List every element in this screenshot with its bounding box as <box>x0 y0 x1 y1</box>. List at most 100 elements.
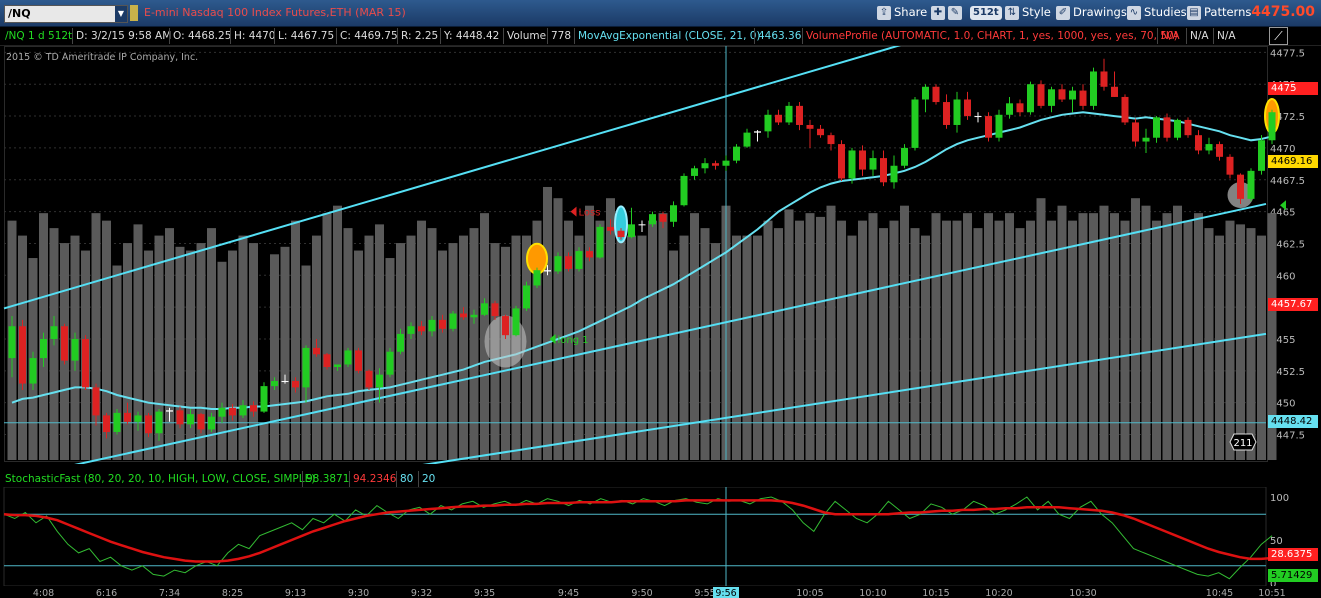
volume-profile-label[interactable]: VolumeProfile (AUTOMATIC, 1.0, CHART, 1,… <box>802 28 1181 44</box>
share-button[interactable]: ⇪ Share <box>877 4 927 21</box>
volume-bar <box>742 235 752 460</box>
candle-body <box>953 99 961 125</box>
candle-body <box>523 285 530 309</box>
volume-bar <box>165 228 174 460</box>
candle-body <box>754 131 761 133</box>
volume-bar <box>375 224 384 460</box>
candle-body <box>796 105 803 125</box>
candle-body <box>460 313 467 318</box>
volume-bar <box>1173 205 1182 460</box>
volume-bar <box>1131 198 1140 460</box>
volume-bar <box>921 235 930 460</box>
candle-body <box>19 326 26 384</box>
candle-body <box>1184 119 1192 136</box>
price-chart[interactable]: 4477.544754472.544704467.544654462.54460… <box>0 46 1321 464</box>
volume-bar <box>1152 220 1161 460</box>
candle-body <box>418 326 425 332</box>
instrument-title: E-mini Nasdaq 100 Index Futures,ETH (MAR… <box>144 6 406 19</box>
volume-bar <box>910 228 920 460</box>
time-tick-label: 6:16 <box>96 588 117 598</box>
time-tick-label: 9:50 <box>631 588 652 598</box>
time-tick-label: 4:08 <box>33 588 54 598</box>
candle-body <box>1069 90 1076 100</box>
candle-body <box>985 116 992 138</box>
symbol-input[interactable]: /NQ <box>8 7 31 20</box>
candle-body <box>607 226 614 231</box>
time-tick-label: 9:13 <box>285 588 306 598</box>
aggregation-button[interactable]: 512t <box>970 4 1002 21</box>
volume-bar <box>585 205 594 460</box>
candle-body <box>334 364 341 368</box>
time-tick-label: 10:05 <box>796 588 823 598</box>
time-tick-label: 10:30 <box>1069 588 1096 598</box>
volume-bar <box>1257 235 1266 460</box>
candle-body <box>187 414 194 425</box>
candle-body <box>124 412 131 422</box>
stoch-tick-label: 50 <box>1270 536 1283 547</box>
vp-value-1: N/A <box>1157 28 1183 44</box>
candle-body <box>491 303 499 317</box>
ema-study-label[interactable]: MovAvgExponential (CLOSE, 21, 0) <box>574 28 764 44</box>
volume-profile-tag: 4457.67 <box>1268 298 1318 311</box>
candle-body <box>880 158 887 183</box>
time-tick-label: 9:55 <box>694 588 715 598</box>
last-price: 4475.00 <box>1251 4 1315 20</box>
symbol-selector[interactable]: /NQ ▼ <box>4 5 128 23</box>
studies-button[interactable]: ∿ Studies <box>1127 4 1187 21</box>
volume-bar <box>417 220 426 460</box>
candle-body <box>239 405 247 416</box>
volume-label: Volume <box>503 28 549 44</box>
candle-body <box>229 407 236 416</box>
patterns-button[interactable]: ▤ Patterns <box>1187 4 1251 21</box>
volume-bar <box>1036 198 1046 460</box>
stochastic-header: StochasticFast (80, 20, 20, 10, HIGH, LO… <box>0 470 1321 487</box>
long-annotation-label: long 1 <box>558 335 589 346</box>
candle-body <box>250 405 257 412</box>
volume-bar <box>343 228 353 460</box>
candle-body <box>817 128 824 136</box>
volume-bar <box>648 220 657 460</box>
candle-body <box>407 326 415 334</box>
top-toolbar: /NQ ▼ E-mini Nasdaq 100 Index Futures,ET… <box>0 0 1321 27</box>
candle-body <box>50 326 58 339</box>
volume-bar <box>942 220 951 460</box>
chart-settings-icon[interactable]: ⟋ <box>1269 27 1288 45</box>
candle-body <box>397 333 404 352</box>
volume-bar <box>217 261 227 460</box>
volume-bar <box>448 243 458 460</box>
patterns-icon: ▤ <box>1187 5 1201 20</box>
stochastic-study-label[interactable]: StochasticFast (80, 20, 20, 10, HIGH, LO… <box>2 471 318 487</box>
volume-bar <box>1015 228 1025 460</box>
candle-body <box>743 132 751 147</box>
candle-body <box>943 102 950 125</box>
candle-body <box>1142 137 1150 142</box>
candle-body <box>71 338 79 361</box>
settings-button[interactable]: ✚ ✎ <box>931 4 962 21</box>
candle-body <box>565 256 572 269</box>
symbol-period[interactable]: /NQ 1 d 512t <box>2 28 75 44</box>
candle-body <box>512 308 520 336</box>
candle-body <box>586 251 593 258</box>
chevron-down-icon[interactable]: ▼ <box>115 6 127 22</box>
volume-bar <box>333 205 342 460</box>
candle-body <box>617 230 625 238</box>
candle-body <box>1111 86 1118 97</box>
link-color-icon[interactable] <box>130 5 138 21</box>
volume-bar <box>889 220 899 460</box>
drawings-button[interactable]: ✐ Drawings <box>1056 4 1127 21</box>
candle-body <box>176 410 184 425</box>
candle-body <box>554 256 562 272</box>
candle-body <box>376 374 383 388</box>
time-axis: 4:08 6:16 7:34 8:25 9:13 9:30 9:32 9:35 9:45 9:50… <box>33 587 1286 598</box>
style-button[interactable]: ⇅ Style <box>1005 4 1051 21</box>
cursor-time-label: 9:56 <box>715 588 736 598</box>
volume-bar <box>637 235 647 460</box>
candle-body <box>470 314 478 318</box>
close-price-tag: 4469.16 <box>1268 155 1318 168</box>
stochastic-chart[interactable]: 100500 <box>0 487 1321 586</box>
volume-bar <box>732 235 741 460</box>
time-tick-label: 10:10 <box>859 588 886 598</box>
volume-badge-label: 211 <box>1233 438 1252 449</box>
candle-body <box>1226 156 1234 175</box>
candle-body <box>323 354 331 368</box>
